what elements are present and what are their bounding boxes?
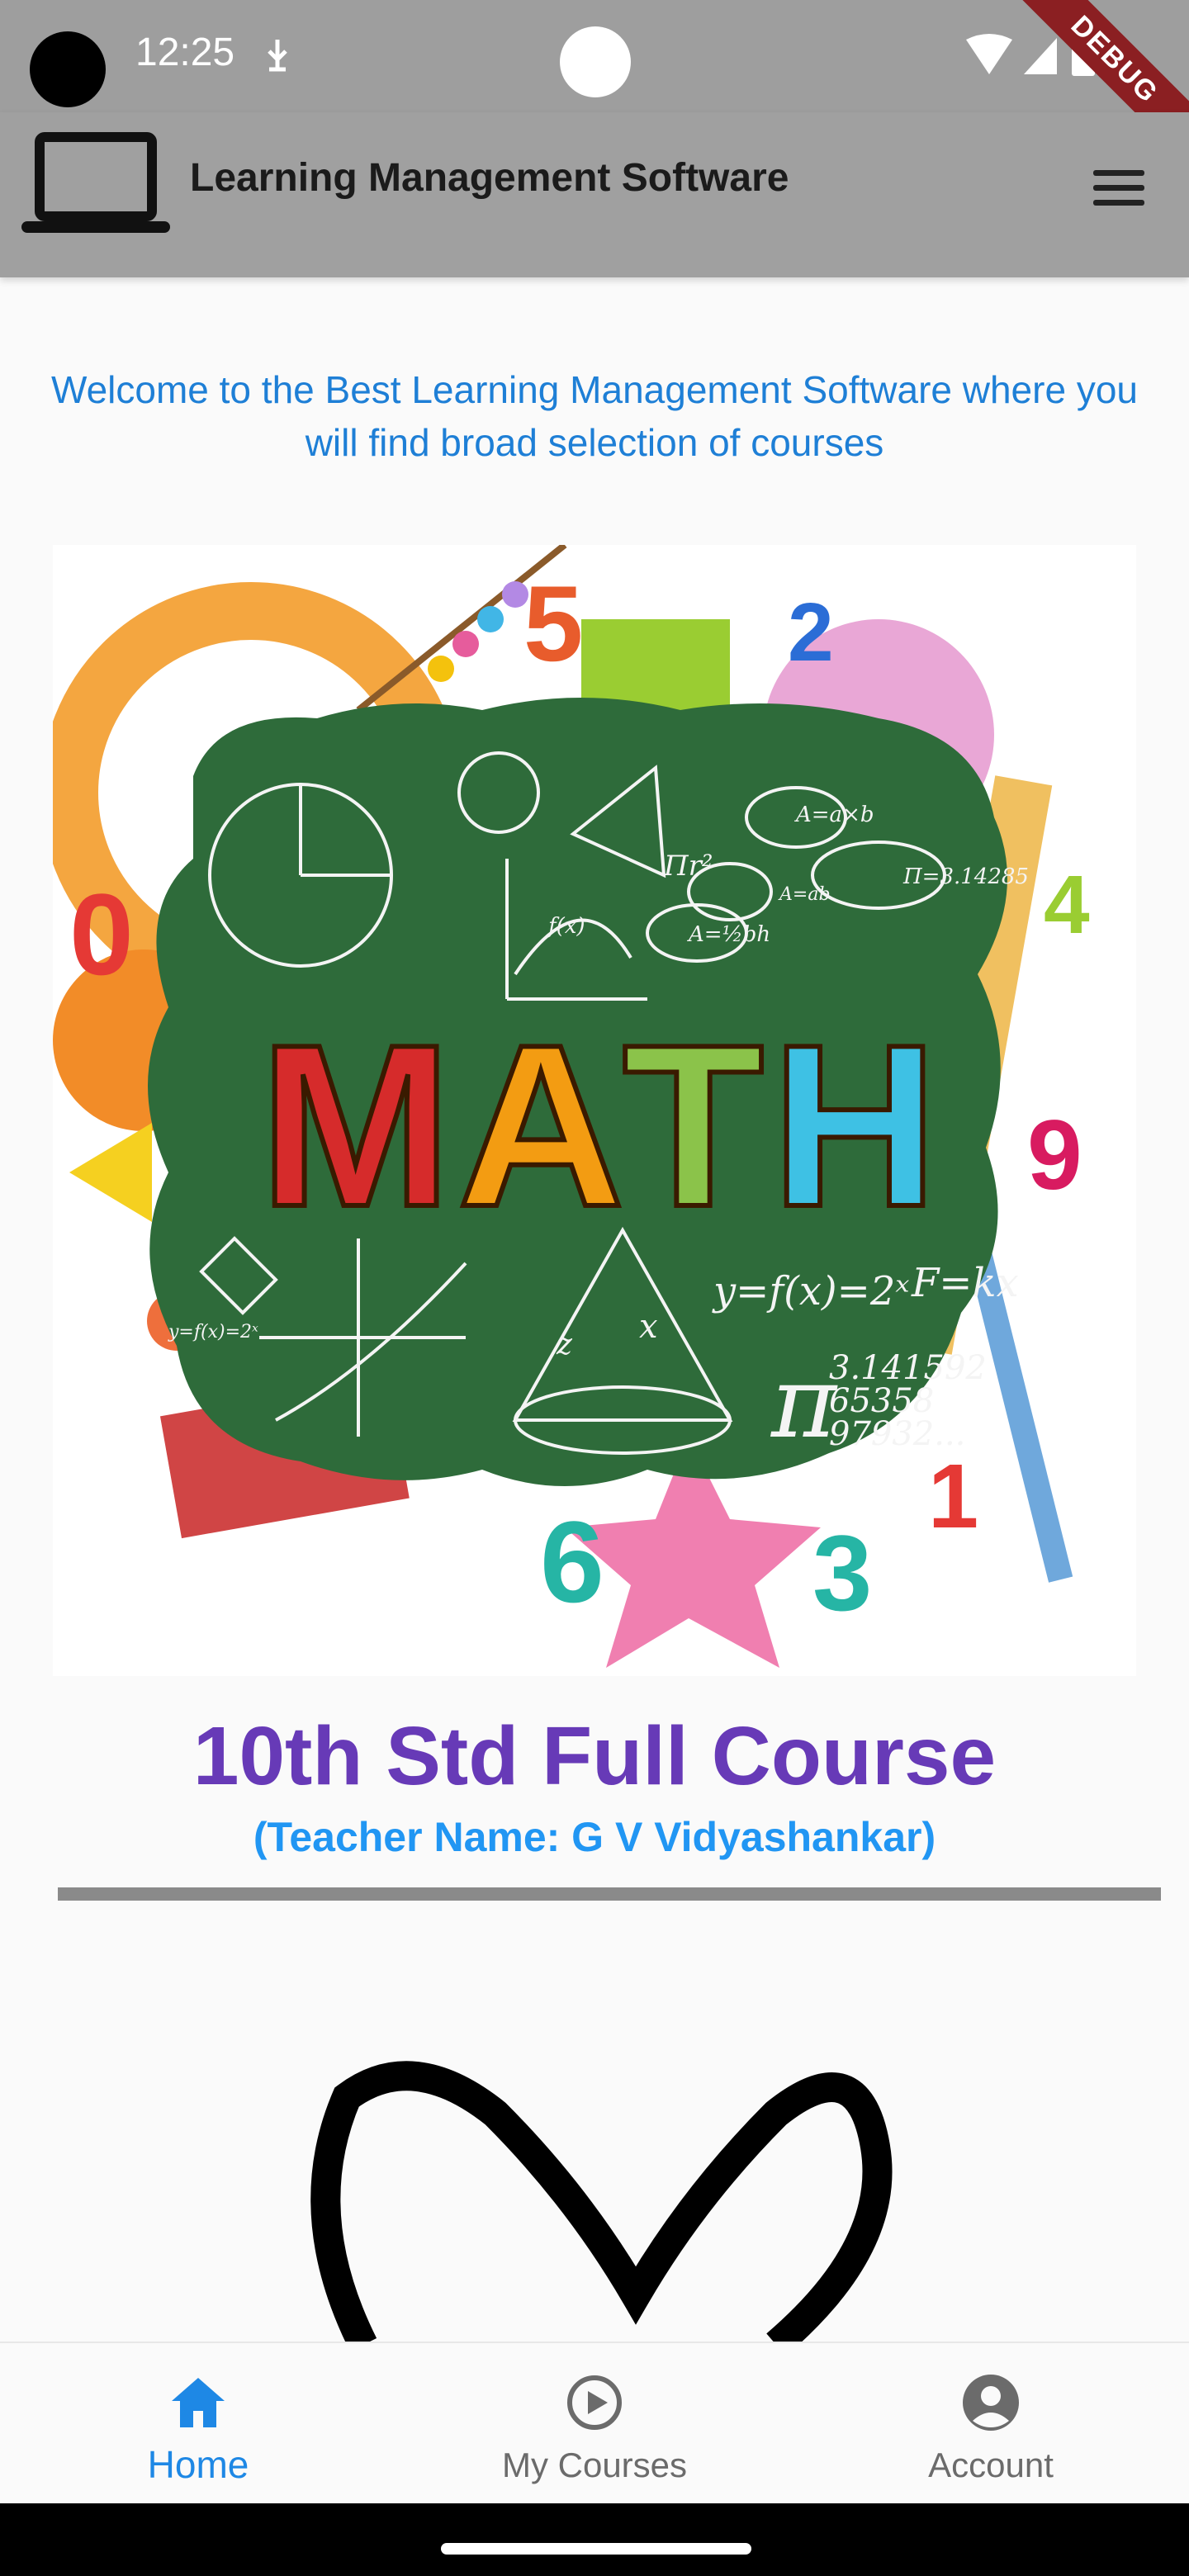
svg-text:6: 6 xyxy=(540,1497,604,1627)
svg-text:Πr²: Πr² xyxy=(663,850,713,883)
svg-text:A: A xyxy=(457,997,624,1255)
nav-account[interactable]: Account xyxy=(793,2343,1189,2505)
svg-text:2: 2 xyxy=(788,586,834,679)
svg-text:0: 0 xyxy=(69,869,134,999)
svg-text:H: H xyxy=(771,997,938,1255)
teacher-name: (Teacher Name: G V Vidyashankar) xyxy=(253,1814,936,1860)
nav-account-label: Account xyxy=(928,2446,1054,2484)
home-icon xyxy=(172,2378,225,2427)
welcome-message: Welcome to the Best Learning Management … xyxy=(51,368,1138,464)
status-bar: 12:25 DEBUG xyxy=(0,0,1189,169)
course-image-partial[interactable] xyxy=(248,2048,941,2345)
svg-text:f(x): f(x) xyxy=(547,914,585,939)
bottom-navigation: Home My Courses Account xyxy=(0,2342,1189,2505)
usb-debug-icon xyxy=(268,40,287,72)
status-time: 12:25 xyxy=(135,31,235,74)
course-divider xyxy=(58,1887,1161,1901)
front-camera xyxy=(560,26,631,97)
account-circle-icon xyxy=(963,2375,1019,2431)
math-illustration: Πr² A=a×b Π=3.14285 A=½bh A=ab f(x) y=f(… xyxy=(53,545,1090,1668)
hamburger-menu-icon[interactable] xyxy=(1090,159,1148,216)
svg-text:A=ab: A=ab xyxy=(778,884,831,905)
svg-text:9: 9 xyxy=(1027,1100,1082,1210)
svg-text:z: z xyxy=(556,1328,573,1361)
svg-text:y=f(x)=2ˣ: y=f(x)=2ˣ xyxy=(712,1268,909,1314)
laptop-icon xyxy=(21,132,170,233)
course-image-math[interactable]: Πr² A=a×b Π=3.14285 A=½bh A=ab f(x) y=f(… xyxy=(53,545,1136,1676)
nav-my-courses[interactable]: My Courses xyxy=(396,2343,793,2505)
course-title[interactable]: 10th Std Full Course xyxy=(0,1709,1189,1804)
svg-text:5: 5 xyxy=(523,563,583,684)
nav-my-courses-label: My Courses xyxy=(501,2446,688,2484)
svg-text:M: M xyxy=(259,997,452,1255)
svg-text:3: 3 xyxy=(812,1513,872,1633)
app-bar: Learning Management Software xyxy=(0,112,1189,277)
system-gesture-area xyxy=(0,2503,1189,2576)
svg-text:π: π xyxy=(770,1346,838,1461)
svg-text:4: 4 xyxy=(1044,859,1090,951)
svg-text:A=a×b: A=a×b xyxy=(794,803,874,827)
app-title: Learning Management Software xyxy=(190,156,789,200)
svg-text:Π=3.14285: Π=3.14285 xyxy=(902,864,1029,889)
svg-text:x: x xyxy=(639,1308,658,1346)
home-gesture-handle[interactable] xyxy=(441,2543,751,2555)
svg-text:A=½bh: A=½bh xyxy=(687,922,770,947)
svg-text:y=f(x)=2ˣ: y=f(x)=2ˣ xyxy=(168,1322,258,1342)
play-circle-icon xyxy=(567,2375,622,2430)
nav-home-label: Home xyxy=(147,2443,249,2486)
svg-text:T: T xyxy=(623,997,764,1255)
nav-home[interactable]: Home xyxy=(0,2343,396,2505)
camera-cutout xyxy=(30,31,106,107)
svg-text:1: 1 xyxy=(928,1446,978,1547)
svg-text:F=kx: F=kx xyxy=(911,1260,1019,1306)
bunny-ears-illustration xyxy=(310,2061,893,2345)
